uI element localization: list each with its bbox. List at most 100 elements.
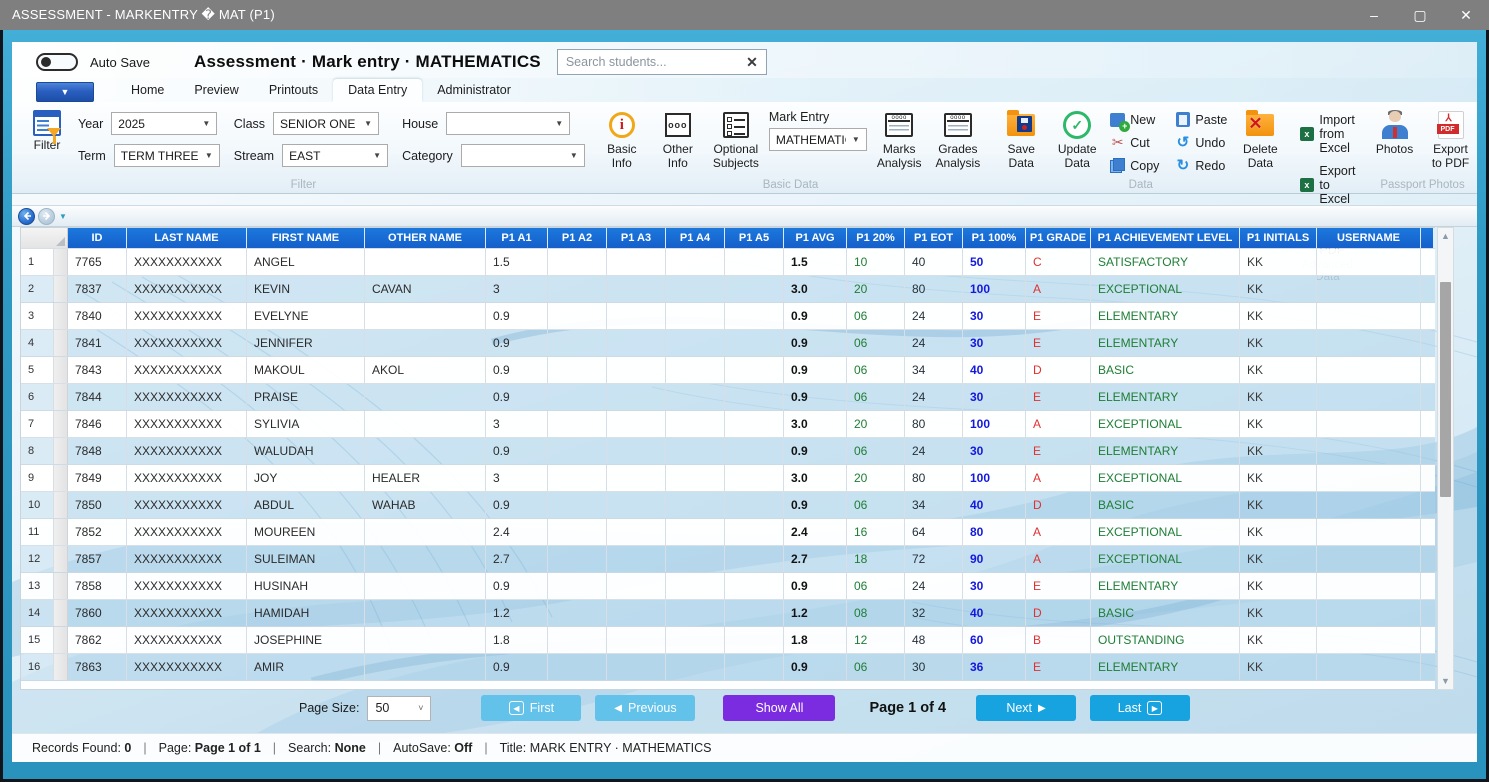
cell-first-name[interactable]: SYLIVIA [247, 411, 365, 437]
column-header-p1-a3[interactable]: P1 A3 [607, 228, 666, 248]
row-indicator[interactable] [54, 276, 68, 302]
cell-other-name[interactable]: HEALER [365, 465, 486, 491]
cell-p1-eot[interactable]: 30 [905, 654, 963, 680]
cell-p1-a2[interactable] [548, 654, 607, 680]
column-header-p1-100-[interactable]: P1 100% [963, 228, 1026, 248]
column-header-p1-a1[interactable]: P1 A1 [486, 228, 548, 248]
tab-data-entry[interactable]: Data Entry [333, 79, 422, 102]
cell-p1-initials[interactable]: KK [1240, 303, 1317, 329]
cell-p1-100-[interactable]: 40 [963, 492, 1026, 518]
column-header-p1-a4[interactable]: P1 A4 [666, 228, 725, 248]
cell-id[interactable]: 7849 [68, 465, 127, 491]
cell-username[interactable] [1317, 465, 1421, 491]
cell-first-name[interactable]: ABDUL [247, 492, 365, 518]
cell-p1-a1[interactable]: 0.9 [486, 438, 548, 464]
cell-other-name[interactable] [365, 303, 486, 329]
table-row[interactable]: 147860XXXXXXXXXXXHAMIDAH1.21.2083240DBAS… [21, 600, 1435, 627]
cell-p1-a2[interactable] [548, 303, 607, 329]
cell-p1-a4[interactable] [666, 519, 725, 545]
cell-username[interactable] [1317, 546, 1421, 572]
cell-p1-achievement-level[interactable]: ELEMENTARY [1091, 438, 1240, 464]
cell-p1-20-[interactable]: 20 [847, 276, 905, 302]
cell-p1-avg[interactable]: 0.9 [784, 330, 847, 356]
cell-p1-avg[interactable]: 3.0 [784, 411, 847, 437]
cell-p1-a4[interactable] [666, 384, 725, 410]
cell-p1-initials[interactable]: KK [1240, 546, 1317, 572]
cell-p1-a4[interactable] [666, 357, 725, 383]
cell-p1-grade[interactable]: E [1026, 384, 1091, 410]
cell-last-name[interactable]: XXXXXXXXXXX [127, 384, 247, 410]
cell-p1-100-[interactable]: 30 [963, 330, 1026, 356]
cell-username[interactable] [1317, 249, 1421, 275]
cell-username[interactable] [1317, 627, 1421, 653]
cell-p1-a5[interactable] [725, 546, 784, 572]
cell-p1-initials[interactable]: KK [1240, 438, 1317, 464]
cell-p1-20-[interactable]: 08 [847, 600, 905, 626]
cell-p1-eot[interactable]: 80 [905, 465, 963, 491]
cell-p1-avg[interactable]: 0.9 [784, 573, 847, 599]
cell-p1-initials[interactable]: KK [1240, 276, 1317, 302]
cell-p1-a4[interactable] [666, 627, 725, 653]
cell-p1-eot[interactable]: 34 [905, 492, 963, 518]
cell-p1-a5[interactable] [725, 357, 784, 383]
cell-id[interactable]: 7841 [68, 330, 127, 356]
maximize-button[interactable]: ▢ [1397, 0, 1443, 30]
column-header-p1-achievement-level[interactable]: P1 ACHIEVEMENT LEVEL [1091, 228, 1240, 248]
cell-p1-100-[interactable]: 30 [963, 438, 1026, 464]
cell-p1-initials[interactable]: KK [1240, 411, 1317, 437]
optional-subjects-button[interactable]: Optional Subjects [709, 108, 763, 173]
cell-last-name[interactable]: XXXXXXXXXXX [127, 627, 247, 653]
cell-first-name[interactable]: JOY [247, 465, 365, 491]
cell-p1-achievement-level[interactable]: EXCEPTIONAL [1091, 411, 1240, 437]
cell-p1-100-[interactable]: 30 [963, 573, 1026, 599]
cell-p1-a2[interactable] [548, 465, 607, 491]
cell-p1-a3[interactable] [607, 276, 666, 302]
cell-p1-grade[interactable]: D [1026, 492, 1091, 518]
column-header-p1-avg[interactable]: P1 AVG [784, 228, 847, 248]
cell-p1-achievement-level[interactable]: ELEMENTARY [1091, 573, 1240, 599]
marks-analysis-button[interactable]: oooo Marks Analysis [873, 108, 926, 173]
cell-p1-a4[interactable] [666, 303, 725, 329]
table-row[interactable]: 107850XXXXXXXXXXXABDULWAHAB0.90.9063440D… [21, 492, 1435, 519]
column-header-last-name[interactable]: LAST NAME [127, 228, 247, 248]
cell-other-name[interactable] [365, 411, 486, 437]
cell-first-name[interactable]: JOSEPHINE [247, 627, 365, 653]
cell-p1-eot[interactable]: 24 [905, 330, 963, 356]
cell-p1-achievement-level[interactable]: ELEMENTARY [1091, 303, 1240, 329]
cell-p1-a3[interactable] [607, 249, 666, 275]
cell-p1-avg[interactable]: 3.0 [784, 465, 847, 491]
cell-p1-achievement-level[interactable]: EXCEPTIONAL [1091, 519, 1240, 545]
cell-p1-avg[interactable]: 1.5 [784, 249, 847, 275]
cell-p1-achievement-level[interactable]: EXCEPTIONAL [1091, 465, 1240, 491]
cell-id[interactable]: 7857 [68, 546, 127, 572]
back-button[interactable] [18, 208, 35, 225]
cell-first-name[interactable]: MOUREEN [247, 519, 365, 545]
cell-last-name[interactable]: XXXXXXXXXXX [127, 357, 247, 383]
cell-id[interactable]: 7843 [68, 357, 127, 383]
cell-p1-grade[interactable]: A [1026, 519, 1091, 545]
cell-last-name[interactable]: XXXXXXXXXXX [127, 330, 247, 356]
cell-p1-100-[interactable]: 36 [963, 654, 1026, 680]
cell-p1-achievement-level[interactable]: EXCEPTIONAL [1091, 276, 1240, 302]
next-page-button[interactable]: Next ▶ [976, 695, 1076, 721]
cell-p1-a3[interactable] [607, 357, 666, 383]
cell-p1-100-[interactable]: 90 [963, 546, 1026, 572]
cell-other-name[interactable]: CAVAN [365, 276, 486, 302]
cell-p1-initials[interactable]: KK [1240, 465, 1317, 491]
cell-first-name[interactable]: SULEIMAN [247, 546, 365, 572]
cell-other-name[interactable] [365, 627, 486, 653]
column-header-p1-a2[interactable]: P1 A2 [548, 228, 607, 248]
cell-p1-20-[interactable]: 06 [847, 384, 905, 410]
cell-p1-initials[interactable]: KK [1240, 330, 1317, 356]
cell-p1-initials[interactable]: KK [1240, 573, 1317, 599]
cell-p1-a3[interactable] [607, 492, 666, 518]
cell-p1-100-[interactable]: 30 [963, 303, 1026, 329]
cell-p1-a1[interactable]: 1.8 [486, 627, 548, 653]
table-row[interactable]: 87848XXXXXXXXXXXWALUDAH0.90.9062430EELEM… [21, 438, 1435, 465]
column-header-first-name[interactable]: FIRST NAME [247, 228, 365, 248]
stream-dropdown[interactable]: EAST ▼ [282, 144, 388, 167]
passport-export-pdf-button[interactable]: ⅄PDF Export to PDF [1426, 108, 1476, 173]
year-dropdown[interactable]: 2025 ▼ [111, 112, 217, 135]
table-row[interactable]: 27837XXXXXXXXXXXKEVINCAVAN33.02080100AEX… [21, 276, 1435, 303]
cell-last-name[interactable]: XXXXXXXXXXX [127, 492, 247, 518]
